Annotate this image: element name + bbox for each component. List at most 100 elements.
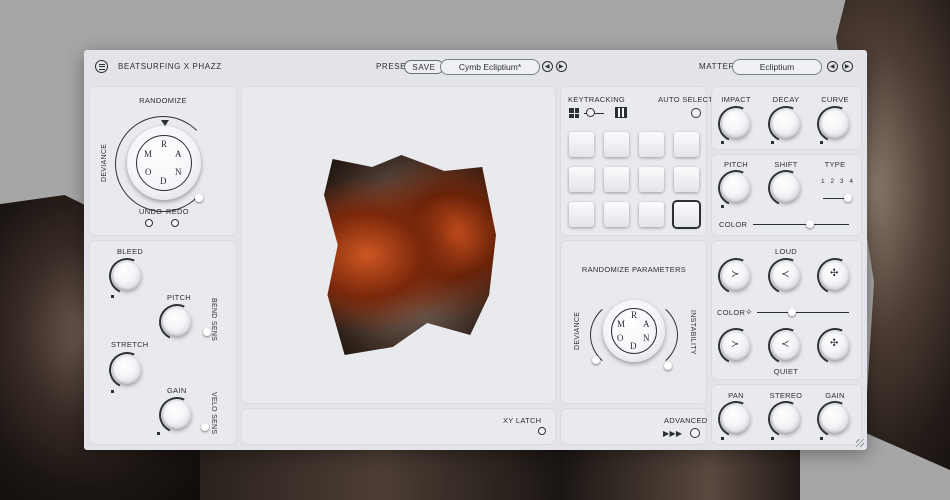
piano-icon[interactable]	[615, 107, 627, 118]
pad-1[interactable]	[569, 132, 594, 157]
pad-9[interactable]	[569, 202, 594, 227]
decay-mod-icon	[771, 141, 774, 144]
redo-label: REDO	[166, 207, 189, 216]
bleed-label: BLEED	[117, 247, 144, 256]
tone-pitch-knob[interactable]	[722, 174, 750, 202]
loud-label: LOUD	[774, 247, 798, 256]
velo-sens-label: VELO SENS	[210, 392, 217, 435]
quiet-knob-1[interactable]: ≻	[722, 332, 750, 360]
bend-sens-label: BEND SENS	[210, 298, 217, 342]
advanced-arrows-icon[interactable]: ▶▶▶	[663, 429, 682, 438]
stretch-knob[interactable]	[113, 356, 141, 384]
dynamics-color-handle[interactable]	[788, 308, 796, 316]
output-gain-label: GAIN	[825, 391, 845, 400]
output-gain-knob[interactable]	[821, 405, 849, 433]
loud-knob-3[interactable]: ✣	[821, 262, 849, 290]
top-bar: BEATSURFING X PHAZZ PRESET SAVE Cymb Ecl…	[84, 50, 867, 83]
random-wheel: R A N D O M	[136, 135, 192, 191]
modulation-panel: BLEED PITCH BEND SENS STRETCH GAIN VELO …	[89, 240, 237, 445]
bend-sens-handle[interactable]	[203, 328, 211, 336]
pad-10[interactable]	[604, 202, 629, 227]
grid-icon[interactable]	[569, 108, 579, 118]
pan-knob[interactable]	[722, 405, 750, 433]
stereo-label: STEREO	[769, 391, 803, 400]
tone-color-slider[interactable]	[753, 224, 849, 225]
quiet-knob-3[interactable]: ✣	[821, 332, 849, 360]
stretch-label: STRETCH	[111, 340, 149, 349]
pitch-knob[interactable]	[163, 308, 191, 336]
deviance-label: DEVIANCE	[101, 143, 108, 182]
brand-title: BEATSURFING X PHAZZ	[118, 62, 222, 71]
plugin-window: BEATSURFING X PHAZZ PRESET SAVE Cymb Ecl…	[84, 50, 867, 450]
dynamics-color-slider[interactable]	[757, 312, 849, 313]
loud-knob-2[interactable]: ≺	[772, 262, 800, 290]
stretch-mod-icon	[111, 390, 114, 393]
resize-handle[interactable]	[856, 439, 864, 447]
undo-button[interactable]	[145, 219, 153, 227]
quiet-knob-2[interactable]: ≺	[772, 332, 800, 360]
matter-label: MATTER	[699, 62, 735, 71]
auto-select-label: AUTO SELECT	[658, 95, 714, 104]
gain-mod-icon	[157, 432, 160, 435]
advanced-label: ADVANCED	[664, 416, 708, 425]
impact-mod-icon	[721, 141, 724, 144]
pad-8[interactable]	[674, 167, 699, 192]
randomize-dial[interactable]: R A N D O M	[127, 126, 201, 200]
redo-button[interactable]	[171, 219, 179, 227]
dynamics-color-label: COLOR	[717, 308, 746, 317]
matter-prev-icon[interactable]: ◀	[827, 61, 838, 72]
pad-2[interactable]	[604, 132, 629, 157]
shift-knob[interactable]	[772, 174, 800, 202]
pad-5[interactable]	[569, 167, 594, 192]
rp-deviance-handle[interactable]	[592, 356, 600, 364]
loud-knob-1[interactable]: ≻	[722, 262, 750, 290]
pad-7[interactable]	[639, 167, 664, 192]
output-gain-mod-icon	[820, 437, 823, 440]
pitch-label: PITCH	[167, 293, 191, 302]
advanced-toggle[interactable]	[690, 428, 700, 438]
pointer-icon	[161, 120, 169, 126]
shift-label: SHIFT	[774, 160, 798, 169]
save-button[interactable]: SAVE	[404, 60, 444, 74]
type-handle[interactable]	[844, 194, 852, 202]
tone-color-handle[interactable]	[806, 220, 814, 228]
menu-icon[interactable]	[95, 60, 108, 73]
rp-random-wheel: R A N D O M	[611, 308, 657, 354]
randomize-title: RANDOMIZE	[139, 96, 187, 105]
xy-latch-label: XY LATCH	[503, 416, 542, 425]
stereo-knob[interactable]	[772, 405, 800, 433]
curve-knob[interactable]	[821, 110, 849, 138]
pad-6[interactable]	[604, 167, 629, 192]
preset-prev-icon[interactable]: ◀	[542, 61, 553, 72]
pad-12[interactable]	[674, 202, 699, 227]
gain-knob[interactable]	[163, 401, 191, 429]
xy-latch-toggle[interactable]	[538, 427, 546, 435]
randomize-parameters-title: RANDOMIZE PARAMETERS	[581, 265, 687, 274]
tone-color-label: COLOR	[719, 220, 748, 229]
deviance-handle[interactable]	[195, 194, 203, 202]
preset-next-icon[interactable]: ▶	[556, 61, 567, 72]
sparkle-icon: ✧	[745, 307, 753, 317]
auto-select-toggle[interactable]	[691, 108, 701, 118]
tone-pitch-mod-icon	[721, 205, 724, 208]
output-panel: PAN STEREO GAIN	[711, 384, 862, 445]
pad-11[interactable]	[639, 202, 664, 227]
preset-selector[interactable]: Cymb Ecliptium*	[440, 59, 540, 75]
randomize-parameters-panel: RANDOMIZE PARAMETERS DEVIANCE INSTABILIT…	[560, 240, 707, 404]
pad-3[interactable]	[639, 132, 664, 157]
type-options[interactable]: 1 2 3 4	[821, 178, 855, 185]
matter-next-icon[interactable]: ▶	[842, 61, 853, 72]
matter-selector[interactable]: Ecliptium	[732, 59, 822, 75]
impact-knob[interactable]	[722, 110, 750, 138]
tone-pitch-label: PITCH	[724, 160, 748, 169]
randomize-parameters-dial[interactable]: R A N D O M	[603, 300, 665, 362]
bleed-mod-icon	[111, 295, 114, 298]
instability-label: INSTABILITY	[689, 310, 696, 355]
pad-4[interactable]	[674, 132, 699, 157]
decay-knob[interactable]	[772, 110, 800, 138]
keytracking-thumb[interactable]	[586, 108, 595, 117]
instability-handle[interactable]	[664, 362, 672, 370]
bleed-knob[interactable]	[113, 262, 141, 290]
dynamics-panel: LOUD ≻ ≺ ✣ COLOR ✧ ≻ ≺ ✣ QUIET	[711, 240, 862, 380]
velo-sens-handle[interactable]	[201, 423, 209, 431]
